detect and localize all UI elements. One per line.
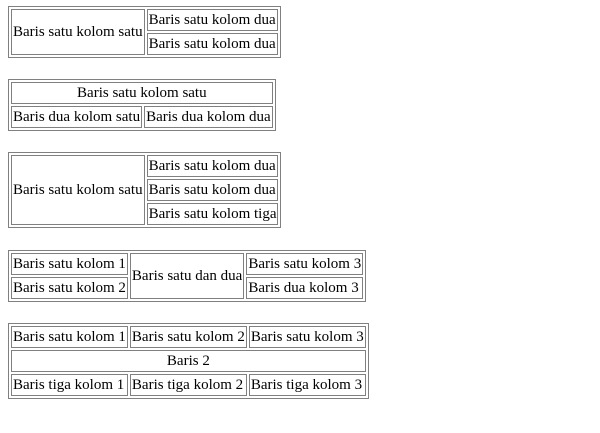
table-cell: Baris satu kolom 1 <box>11 326 128 348</box>
table-cell: Baris satu kolom tiga <box>146 203 279 225</box>
table-cell: Baris tiga kolom 1 <box>11 374 128 396</box>
table-cell: Baris dua kolom dua <box>144 106 273 128</box>
table-colspan-middle: Baris satu kolom 1 Baris satu kolom 2 Ba… <box>8 323 369 399</box>
table-cell: Baris tiga kolom 2 <box>129 374 247 396</box>
table-cell: Baris satu kolom 1 <box>11 253 128 275</box>
table-cell: Baris satu dan dua <box>129 253 245 299</box>
table-cell: Baris satu kolom 3 <box>248 326 366 348</box>
table-colspan-header: Baris satu kolom satu Baris dua kolom sa… <box>8 79 276 131</box>
table-cell: Baris satu kolom 2 <box>129 326 247 348</box>
table-rowspan-left: Baris satu kolom satu Baris satu kolom d… <box>8 6 281 58</box>
table-cell: Baris satu kolom satu <box>11 155 145 225</box>
table-cell: Baris satu kolom satu <box>11 9 145 55</box>
table-cell: Baris dua kolom 3 <box>246 277 364 299</box>
table-cell: Baris satu kolom 3 <box>246 253 364 275</box>
table-cell: Baris satu kolom dua <box>146 179 279 201</box>
table-cell: Baris satu kolom 2 <box>11 277 128 299</box>
table-cell: Baris satu kolom dua <box>146 33 278 55</box>
table-cell: Baris satu kolom satu <box>11 82 273 104</box>
table-cell: Baris dua kolom satu <box>11 106 143 128</box>
table-rowspan-middle: Baris satu kolom 1 Baris satu dan dua Ba… <box>8 250 367 302</box>
table-cell: Baris tiga kolom 3 <box>248 374 366 396</box>
table-cell: Baris satu kolom dua <box>146 155 279 177</box>
table-cell: Baris 2 <box>11 350 366 372</box>
table-cell: Baris satu kolom dua <box>146 9 278 31</box>
table-rowspan-three: Baris satu kolom satu Baris satu kolom d… <box>8 152 282 228</box>
